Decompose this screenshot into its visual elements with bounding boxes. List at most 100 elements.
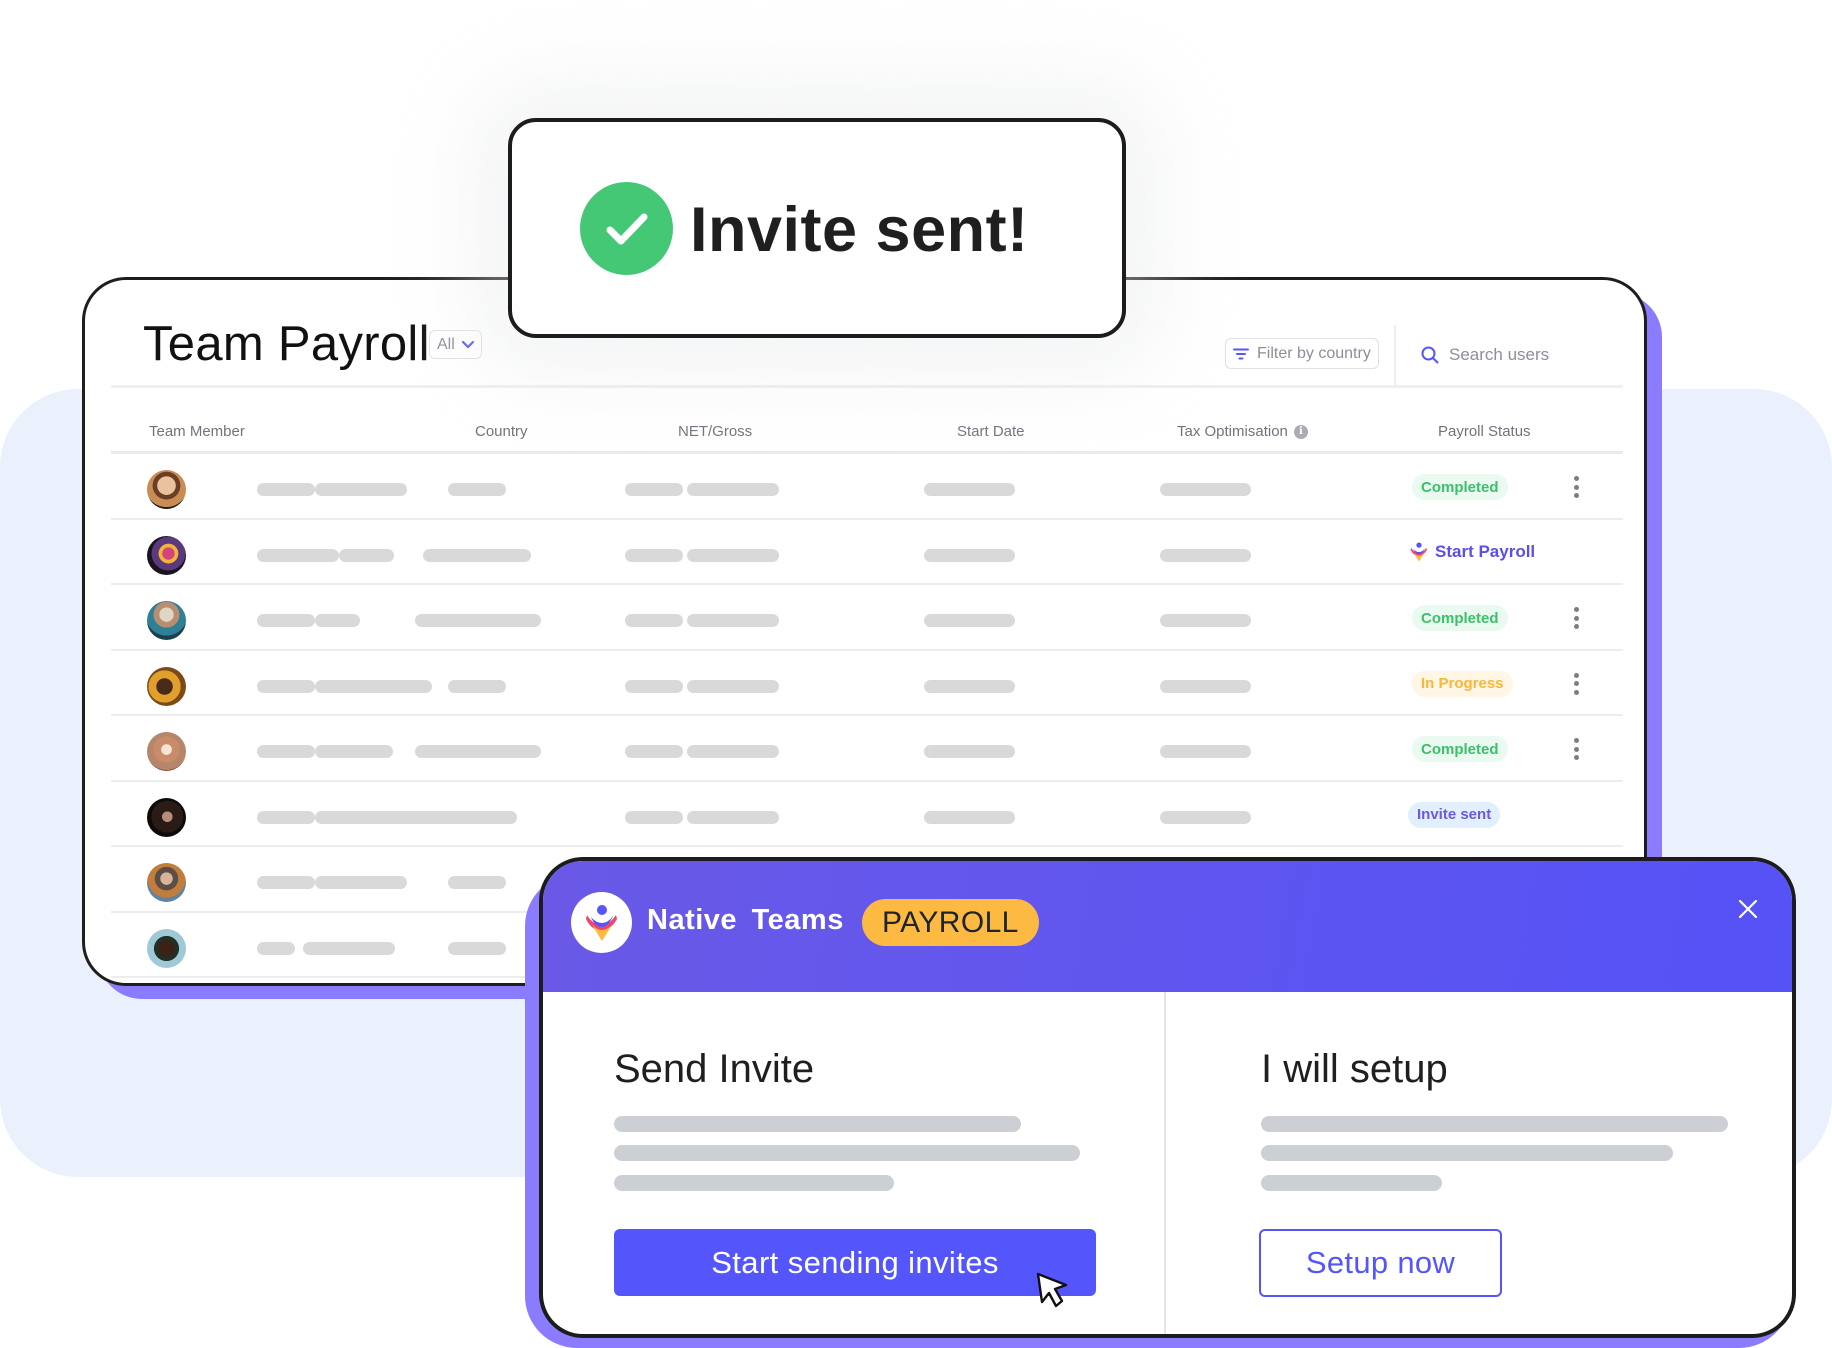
table-row[interactable]: Completed: [111, 454, 1623, 520]
more-options-icon[interactable]: [1573, 738, 1579, 760]
start-date-placeholder: [924, 745, 1015, 758]
start-date-placeholder: [924, 810, 1015, 824]
member-name-placeholder: [315, 876, 407, 889]
check-circle-icon: [580, 182, 673, 275]
salary-placeholder: [687, 483, 779, 496]
page-title: Team Payroll: [143, 317, 430, 371]
description-placeholder: [1261, 1116, 1728, 1132]
table-row[interactable]: Invite sent: [111, 782, 1623, 847]
start-payroll-link[interactable]: Start Payroll: [1409, 541, 1535, 563]
member-name-placeholder: [339, 548, 394, 562]
close-icon: [1738, 899, 1758, 919]
filter-icon: [1233, 348, 1249, 359]
table-row[interactable]: Completed: [111, 716, 1623, 782]
member-name-placeholder: [257, 745, 315, 758]
options-divider: [1164, 992, 1166, 1334]
status-badge: Invite sent: [1408, 801, 1501, 828]
country-placeholder: [448, 679, 506, 693]
info-icon[interactable]: i: [1293, 424, 1308, 439]
salary-placeholder: [625, 614, 683, 627]
avatar: [147, 666, 186, 706]
native-teams-logo: [571, 892, 632, 953]
column-header-net-gross[interactable]: NET/Gross: [678, 423, 752, 440]
member-name-placeholder: [303, 941, 395, 955]
filter-label: Filter by country: [1257, 344, 1371, 362]
scope-select[interactable]: All: [429, 330, 482, 359]
salary-placeholder: [625, 745, 683, 758]
send-invite-title: Send Invite: [614, 1047, 815, 1091]
country-placeholder: [448, 876, 506, 889]
member-name-placeholder: [315, 679, 432, 693]
more-options-icon[interactable]: [1573, 672, 1579, 695]
filter-by-country-button[interactable]: Filter by country: [1225, 338, 1379, 369]
country-placeholder: [448, 483, 506, 496]
description-placeholder: [614, 1116, 1021, 1132]
more-options-icon[interactable]: [1573, 476, 1579, 498]
product-pill: PAYROLL: [862, 899, 1039, 946]
column-header-payroll-status[interactable]: Payroll Status: [1438, 423, 1531, 440]
tax-placeholder: [1160, 614, 1251, 627]
search-users-input[interactable]: Search users: [1421, 345, 1549, 365]
invite-sent-toast: Invite sent!: [508, 118, 1126, 338]
salary-placeholder: [687, 745, 779, 758]
avatar: [147, 797, 186, 837]
member-name-placeholder: [257, 941, 295, 955]
country-placeholder: [423, 548, 531, 562]
mouse-cursor-icon: [1036, 1272, 1068, 1308]
start-date-placeholder: [924, 548, 1015, 562]
country-placeholder: [415, 614, 541, 627]
salary-placeholder: [687, 810, 779, 824]
invite-choice-modal: Native Teams PAYROLL Send Invite Start s…: [539, 857, 1796, 1338]
salary-placeholder: [687, 679, 779, 693]
i-will-setup-title: I will setup: [1261, 1047, 1448, 1091]
close-button[interactable]: [1736, 897, 1760, 921]
toast-message: Invite sent!: [690, 195, 1029, 265]
column-header-start-date[interactable]: Start Date: [957, 423, 1025, 440]
description-placeholder: [614, 1145, 1080, 1161]
column-header-country[interactable]: Country: [475, 423, 528, 440]
native-teams-logo-icon: [585, 904, 617, 941]
status-badge: Completed: [1412, 474, 1508, 500]
description-placeholder: [1261, 1145, 1673, 1161]
setup-now-button[interactable]: Setup now: [1259, 1229, 1502, 1297]
avatar: [147, 928, 186, 968]
member-name-placeholder: [257, 810, 315, 824]
avatar: [147, 470, 186, 509]
table-row[interactable]: Start Payroll: [111, 520, 1623, 585]
column-header-team-member[interactable]: Team Member: [149, 423, 245, 440]
member-name-placeholder: [257, 483, 315, 496]
salary-placeholder: [625, 548, 683, 562]
country-placeholder: [415, 745, 541, 758]
description-placeholder: [1261, 1175, 1442, 1191]
tax-placeholder: [1160, 548, 1251, 562]
country-placeholder: [448, 941, 506, 955]
country-placeholder: [435, 810, 517, 824]
status-badge: In Progress: [1412, 670, 1513, 697]
member-name-placeholder: [315, 745, 393, 758]
salary-placeholder: [625, 679, 683, 693]
member-name-placeholder: [315, 614, 360, 627]
table-row[interactable]: Completed: [111, 585, 1623, 651]
search-placeholder: Search users: [1449, 345, 1550, 364]
member-name-placeholder: [315, 810, 445, 824]
salary-placeholder: [687, 614, 779, 627]
avatar: [147, 601, 186, 640]
salary-placeholder: [687, 548, 779, 562]
brand-name: Native Teams: [647, 904, 844, 936]
start-sending-invites-button[interactable]: Start sending invites: [614, 1229, 1096, 1296]
table-row[interactable]: In Progress: [111, 651, 1623, 716]
table-header: Team Member Country NET/Gross Start Date…: [111, 415, 1623, 451]
status-badge: Completed: [1412, 736, 1508, 762]
avatar: [147, 732, 186, 771]
start-date-placeholder: [924, 483, 1015, 496]
header-divider: [111, 385, 1623, 388]
modal-header: Native Teams PAYROLL: [543, 861, 1792, 992]
member-name-placeholder: [257, 614, 315, 627]
more-options-icon[interactable]: [1573, 607, 1579, 629]
column-header-tax-optimisation[interactable]: Tax Optimisation i: [1177, 423, 1308, 440]
toolbar-divider: [1394, 325, 1396, 385]
member-name-placeholder: [257, 876, 315, 889]
chevron-down-icon: [461, 340, 474, 348]
start-date-placeholder: [924, 679, 1015, 693]
avatar: [147, 863, 186, 902]
